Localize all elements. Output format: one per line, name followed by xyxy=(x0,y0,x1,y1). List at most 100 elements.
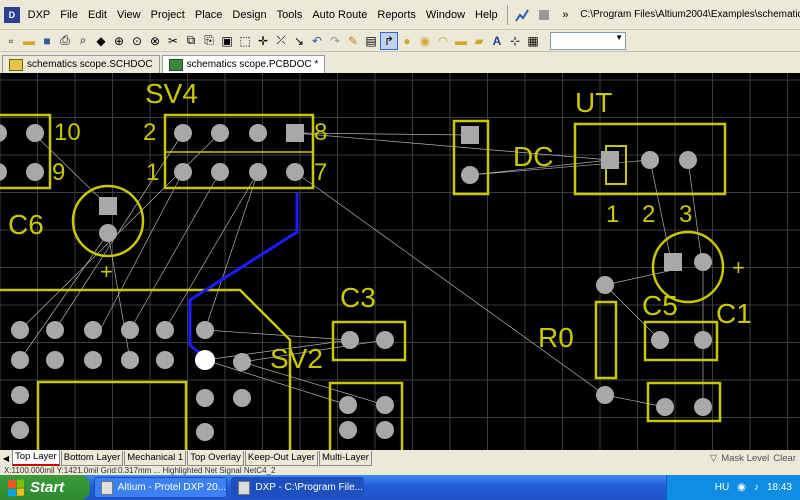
filter-icon[interactable]: ▽ xyxy=(710,453,717,464)
pad[interactable] xyxy=(339,421,357,439)
pad[interactable] xyxy=(339,396,357,414)
pad[interactable] xyxy=(174,163,192,181)
place-coordinate-icon[interactable]: ⊹ xyxy=(506,32,524,50)
pad[interactable] xyxy=(249,124,267,142)
new-document-icon[interactable]: ▫ xyxy=(2,32,20,50)
taskbar-item-dxp[interactable]: DXP - C:\Program File... xyxy=(231,477,364,498)
menu-reports[interactable]: Reports xyxy=(372,0,421,30)
place-pad-icon[interactable]: ● xyxy=(398,32,416,50)
menu-view[interactable]: View xyxy=(112,0,146,30)
pad[interactable] xyxy=(121,351,139,369)
move-icon[interactable]: ✛ xyxy=(254,32,272,50)
tray-icon[interactable]: ◉ xyxy=(737,482,746,493)
tab-pcb[interactable]: schematics scope.PCBDOC * xyxy=(161,55,326,73)
pad[interactable] xyxy=(596,386,614,404)
pad[interactable] xyxy=(656,398,674,416)
taskbar-item-altium[interactable]: Altium - Protel DXP 20... xyxy=(94,477,227,498)
tab-schematic[interactable]: schematics scope.SCHDOC xyxy=(2,55,160,73)
pad[interactable] xyxy=(156,321,174,339)
pad[interactable] xyxy=(0,124,7,142)
copy-icon[interactable]: ⧉ xyxy=(182,32,200,50)
pad[interactable] xyxy=(84,351,102,369)
tab-bottom-layer[interactable]: Bottom Layer xyxy=(60,450,124,466)
pad[interactable] xyxy=(174,124,192,142)
pad[interactable] xyxy=(211,163,229,181)
menu-design[interactable]: Design xyxy=(227,0,271,30)
square-pad[interactable] xyxy=(664,253,682,271)
pad[interactable] xyxy=(679,151,697,169)
layer-stack-icon[interactable]: ◆ xyxy=(92,32,110,50)
pad[interactable] xyxy=(694,398,712,416)
paste-icon[interactable]: ⎘ xyxy=(200,32,218,50)
speaker-icon[interactable]: ♪ xyxy=(754,482,759,493)
tab-top-overlay[interactable]: Top Overlay xyxy=(187,450,244,466)
square-pad[interactable] xyxy=(461,126,479,144)
pad[interactable] xyxy=(286,163,304,181)
pad[interactable] xyxy=(376,421,394,439)
pad[interactable] xyxy=(46,321,64,339)
tab-keep-out-layer[interactable]: Keep-Out Layer xyxy=(244,450,318,466)
pad[interactable] xyxy=(46,351,64,369)
clear-button[interactable]: Clear xyxy=(773,453,796,464)
square-pad[interactable] xyxy=(286,124,304,142)
place-arc-icon[interactable]: ◠ xyxy=(434,32,452,50)
tab-top-layer[interactable]: Top Layer xyxy=(12,450,60,466)
pad[interactable] xyxy=(694,253,712,271)
menu-dxp[interactable]: DXP xyxy=(23,0,56,30)
start-button[interactable]: Start xyxy=(0,475,90,500)
pad[interactable] xyxy=(341,331,359,349)
place-room-icon[interactable]: ▦ xyxy=(524,32,542,50)
pad[interactable] xyxy=(641,151,659,169)
square-pad[interactable] xyxy=(601,151,619,169)
component-icon[interactable]: ▤ xyxy=(362,32,380,50)
pad[interactable] xyxy=(376,331,394,349)
mask-level-button[interactable]: Mask Level xyxy=(721,453,769,464)
interactive-route-icon[interactable]: ↱ xyxy=(380,31,398,50)
select-area-icon[interactable]: ⬚ xyxy=(236,32,254,50)
tab-multi-layer[interactable]: Multi-Layer xyxy=(318,450,372,466)
dxp-app-icon[interactable]: D xyxy=(4,6,20,23)
redo-icon[interactable]: ↷ xyxy=(326,32,344,50)
pad[interactable] xyxy=(233,389,251,407)
pad[interactable] xyxy=(249,163,267,181)
pad[interactable] xyxy=(84,321,102,339)
pad[interactable] xyxy=(156,351,174,369)
menu-project[interactable]: Project xyxy=(146,0,190,30)
pad[interactable] xyxy=(596,276,614,294)
undo-icon[interactable]: ↶ xyxy=(308,32,326,50)
cross-probe-icon[interactable]: ↘ xyxy=(290,32,308,50)
pad[interactable] xyxy=(211,124,229,142)
menu-auto-route[interactable]: Auto Route xyxy=(307,0,372,30)
menu-edit[interactable]: Edit xyxy=(83,0,112,30)
menu-window[interactable]: Window xyxy=(421,0,470,30)
pad[interactable] xyxy=(196,389,214,407)
pad[interactable] xyxy=(11,351,29,369)
cut-icon[interactable]: ✂ xyxy=(164,32,182,50)
pad[interactable] xyxy=(461,166,479,184)
layer-prev-icon[interactable]: ◀ xyxy=(0,454,12,463)
place-via-icon[interactable]: ◉ xyxy=(416,32,434,50)
zoom-selected-icon[interactable]: ⊗ xyxy=(146,32,164,50)
pad[interactable] xyxy=(651,331,669,349)
print-icon[interactable]: ⎙ xyxy=(56,32,74,50)
pad[interactable] xyxy=(0,163,7,181)
highlighted-pad[interactable] xyxy=(195,350,215,370)
place-polygon-icon[interactable]: ▰ xyxy=(470,32,488,50)
toolbar-combo[interactable]: ▼ xyxy=(550,31,626,50)
menu-help[interactable]: Help xyxy=(470,0,503,30)
place-string-icon[interactable]: A xyxy=(488,32,506,50)
highlight-icon[interactable]: ✎ xyxy=(344,32,362,50)
pad[interactable] xyxy=(376,396,394,414)
rubber-stamp-icon[interactable]: ▣ xyxy=(218,32,236,50)
chevron-icon[interactable]: » xyxy=(556,5,576,25)
menu-tools[interactable]: Tools xyxy=(272,0,308,30)
pad[interactable] xyxy=(11,321,29,339)
pad[interactable] xyxy=(196,321,214,339)
menu-place[interactable]: Place xyxy=(190,0,228,30)
print-dropdown-icon[interactable] xyxy=(534,5,554,25)
pad[interactable] xyxy=(11,421,29,439)
pad[interactable] xyxy=(99,224,117,242)
pad[interactable] xyxy=(26,163,44,181)
deselect-icon[interactable]: ⤫ xyxy=(272,32,290,50)
zoom-area-icon[interactable]: ⊕ xyxy=(110,32,128,50)
